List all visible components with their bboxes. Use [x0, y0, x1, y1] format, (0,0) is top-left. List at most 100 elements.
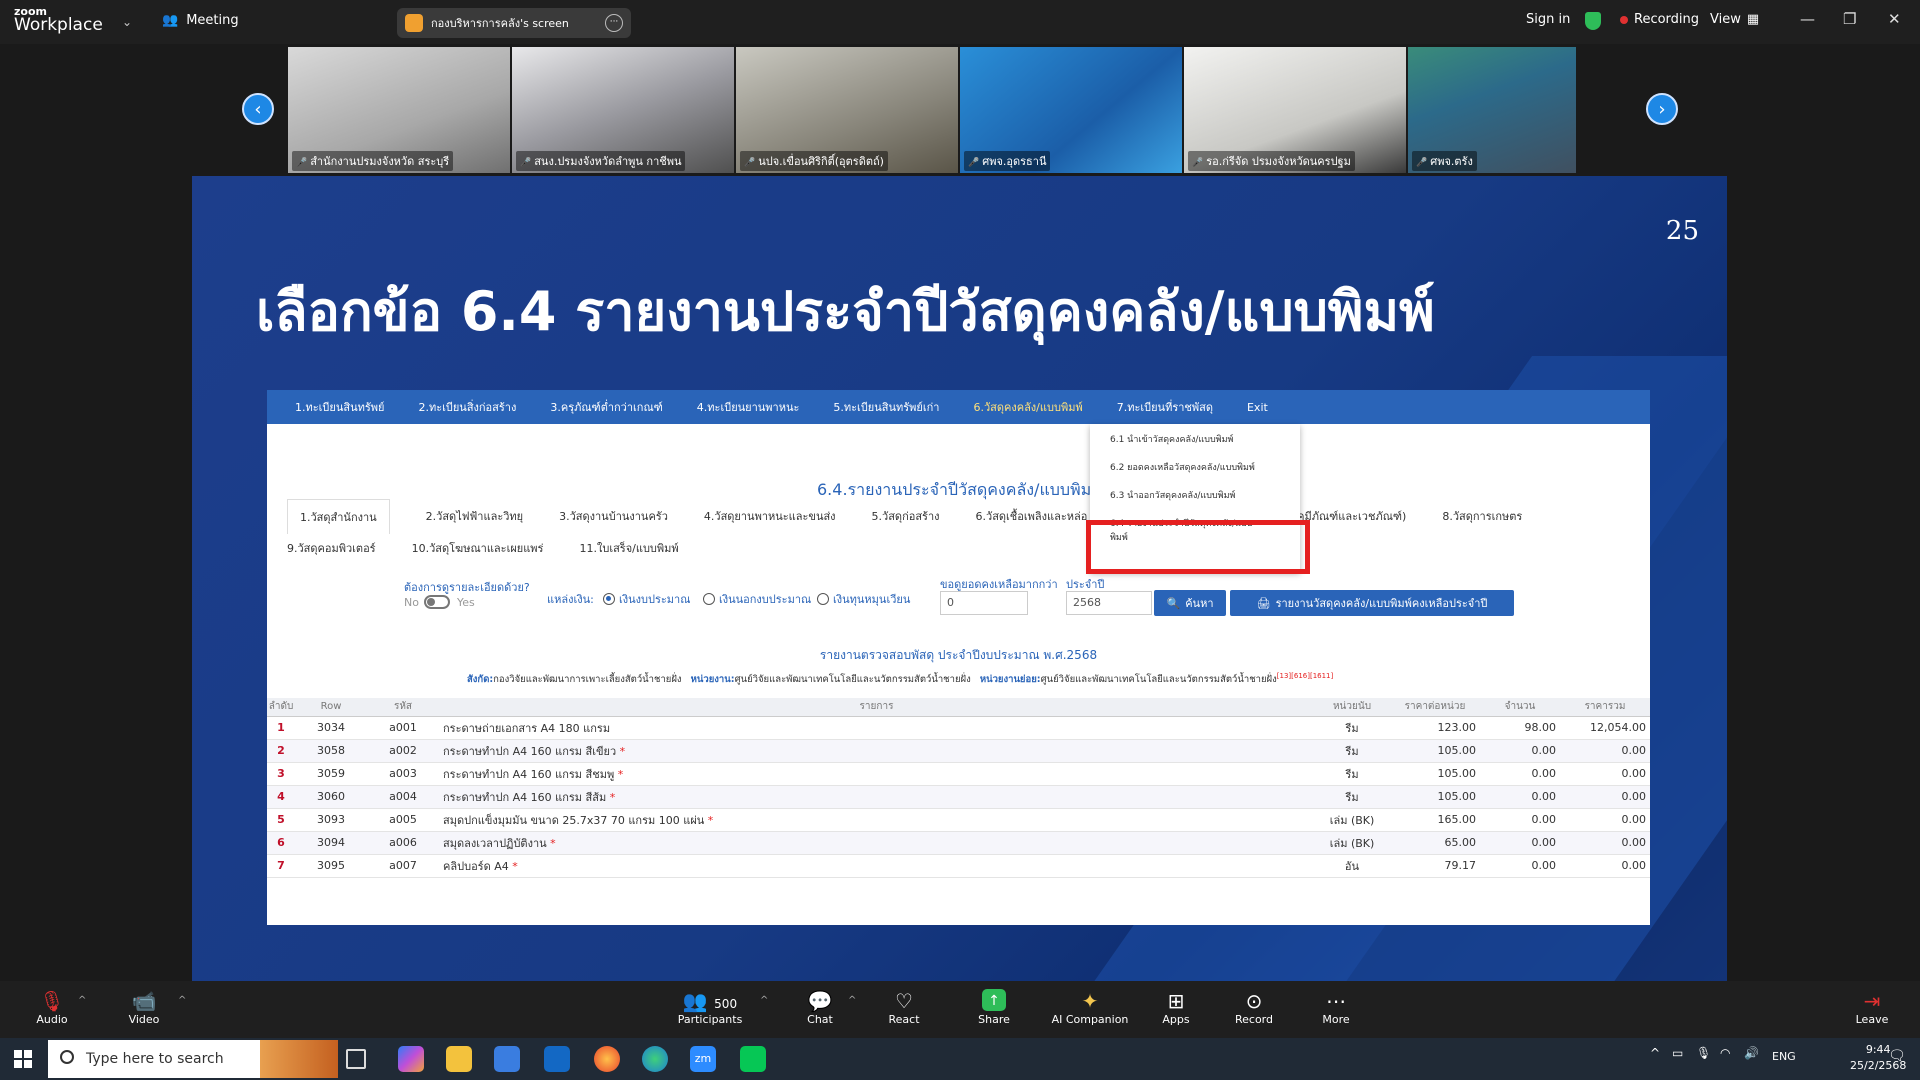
participant-video[interactable]: นปจ.เขื่อนศิริกิติ์(อุตรดิตถ์)	[736, 47, 958, 173]
menu-item[interactable]: 7.ทะเบียนที่ราชพัสดุ	[1117, 398, 1213, 416]
menu-item-active[interactable]: 6.วัสดุคงคลัง/แบบพิมพ์	[973, 398, 1082, 416]
prev-participants-button[interactable]: ‹	[242, 93, 274, 125]
view-button[interactable]: View ▦	[1710, 12, 1759, 27]
table-row[interactable]: 7 3095 a007 คลิปบอร์ด A4 * อัน 79.17 0.00 0.00	[267, 854, 1650, 878]
source-radio[interactable]: เงินนอกงบประมาณ	[703, 590, 811, 608]
column-header[interactable]: ราคาต่อหน่วย	[1390, 698, 1480, 717]
more-options-icon[interactable]: ···	[605, 14, 623, 32]
close-icon[interactable]: ✕	[1888, 10, 1901, 28]
participant-video[interactable]: รอ.ก่รีจัด ปรมงจังหวัดนครปฐม	[1184, 47, 1406, 173]
chat-caret-icon[interactable]: ^	[848, 995, 856, 1006]
table-row[interactable]: 6 3094 a006 สมุดลงเวลาปฏิบัติงาน * เล่ม (BK)…	[267, 831, 1650, 855]
tab[interactable]: เคมีภัณฑ์และเวชภัณฑ์)	[1293, 507, 1406, 525]
participant-video[interactable]: ศพจ.อุดรธานี	[960, 47, 1182, 173]
tab[interactable]: 8.วัสดุการเกษตร	[1442, 507, 1522, 525]
participant-video[interactable]: สนง.ปรมงจังหวัดลำพูน กาชีพน	[512, 47, 734, 173]
menu-item[interactable]: 3.ครุภัณฑ์ต่ำกว่าเกณฑ์	[550, 398, 662, 416]
table-row[interactable]: 3 3059 a003 กระดาษทำปก A4 160 แกรม สีชมพู *…	[267, 762, 1650, 786]
participant-video[interactable]: สำนักงานปรมงจังหวัด สระบุรี	[288, 47, 510, 173]
outlook-icon[interactable]	[544, 1046, 570, 1072]
table-row[interactable]: 4 3060 a004 กระดาษทำปก A4 160 แกรม สีส้ม * ร…	[267, 785, 1650, 809]
cell-text: a001	[389, 721, 417, 734]
windows-start-icon[interactable]	[14, 1050, 32, 1068]
record-button[interactable]: ⊙ Record	[1214, 989, 1294, 1026]
menu-item[interactable]: 1.ทะเบียนสินทรัพย์	[295, 398, 384, 416]
microphone-icon[interactable]: 🎙	[1696, 1046, 1711, 1060]
min-balance-input[interactable]: 0	[940, 591, 1028, 615]
screen-share-chip[interactable]: กองบริหารการคลัง's screen ···	[397, 8, 631, 38]
column-header[interactable]: ลำดับ	[267, 698, 295, 717]
react-button[interactable]: ♡ React	[864, 989, 944, 1026]
participant-video[interactable]: ศพจ.ตรัง	[1408, 47, 1576, 173]
table-cell: a007	[367, 854, 439, 878]
volume-icon[interactable]: 🔊	[1744, 1046, 1759, 1060]
leave-button[interactable]: ⇥ Leave	[1832, 989, 1912, 1026]
column-header[interactable]: รายการ	[439, 698, 1314, 717]
notification-icon[interactable]: 🗨	[1888, 1048, 1906, 1064]
line-icon[interactable]	[740, 1046, 766, 1072]
chevron-down-icon[interactable]: ⌄	[122, 15, 132, 29]
menu-exit[interactable]: Exit	[1247, 401, 1268, 414]
language-indicator[interactable]: ENG	[1772, 1050, 1796, 1063]
tab[interactable]: 2.วัสดุไฟฟ้าและวิทยุ	[426, 507, 523, 525]
zoom-taskbar-icon[interactable]: zm	[690, 1046, 716, 1072]
menu-item[interactable]: 5.ทะเบียนสินทรัพย์เก่า	[833, 398, 939, 416]
next-participants-button[interactable]: ›	[1646, 93, 1678, 125]
search-button[interactable]: 🔍 ค้นหา	[1154, 590, 1226, 616]
table-row[interactable]: 2 3058 a002 กระดาษทำปก A4 160 แกรม สีเขียว …	[267, 739, 1650, 763]
column-header[interactable]: จำนวน	[1480, 698, 1560, 717]
video-button[interactable]: 📹 Video	[104, 989, 184, 1026]
store-icon[interactable]	[494, 1046, 520, 1072]
column-header[interactable]: ราคารวม	[1560, 698, 1650, 717]
column-header[interactable]: รหัส	[367, 698, 439, 717]
menu-item[interactable]: 2.ทะเบียนสิ่งก่อสร้าง	[418, 398, 516, 416]
audio-options-caret-icon[interactable]: ^	[78, 995, 86, 1006]
firefox-icon[interactable]	[594, 1046, 620, 1072]
copilot-icon[interactable]	[398, 1046, 424, 1072]
column-header[interactable]: Row	[295, 698, 367, 717]
dropdown-item[interactable]: 6.1 นำเข้าวัสดุคงคลัง/แบบพิมพ์	[1090, 424, 1300, 452]
apps-button[interactable]: ⊞ Apps	[1136, 989, 1216, 1026]
dropdown-item[interactable]: 6.2 ยอดคงเหลือวัสดุคงคลัง/แบบพิมพ์	[1090, 452, 1300, 480]
menu-item[interactable]: 4.ทะเบียนยานพาหนะ	[697, 398, 800, 416]
share-button[interactable]: ↑ Share	[954, 989, 1034, 1026]
minimize-icon[interactable]: —	[1800, 10, 1815, 28]
tab[interactable]: 6.วัสดุเชื้อเพลิงและหล่อ	[976, 507, 1088, 525]
participants-caret-icon[interactable]: ^	[760, 995, 768, 1006]
zoom-logo[interactable]: zoom Workplace	[14, 6, 103, 34]
task-view-icon[interactable]	[346, 1049, 366, 1069]
video-options-caret-icon[interactable]: ^	[178, 995, 186, 1006]
source-radio[interactable]: เงินทุนหมุนเวียน	[817, 590, 910, 608]
wifi-icon[interactable]: ◠	[1720, 1046, 1730, 1060]
detail-toggle[interactable]	[424, 595, 450, 609]
year-input[interactable]: 2568	[1066, 591, 1152, 615]
tab[interactable]: 3.วัสดุงานบ้านงานครัว	[559, 507, 668, 525]
print-report-button[interactable]: 🖨 รายงานวัสดุคงคลัง/แบบพิมพ์คงเหลือประจำป…	[1230, 590, 1514, 616]
cell-text: 79.17	[1444, 859, 1477, 872]
tray-chevron-icon[interactable]: ^	[1650, 1046, 1660, 1060]
source-radio[interactable]: เงินงบประมาณ	[603, 590, 690, 608]
recording-indicator[interactable]: Recording	[1620, 12, 1699, 27]
table-row[interactable]: 1 3034 a001 กระดาษถ่ายเอกสาร A4 180 แกรม รีม…	[267, 716, 1650, 740]
tab[interactable]: 5.วัสดุก่อสร้าง	[872, 507, 940, 525]
restore-icon[interactable]: ❐	[1843, 10, 1856, 28]
shield-icon[interactable]	[1585, 12, 1601, 30]
tab-active[interactable]: 1.วัสดุสำนักงาน	[287, 498, 390, 534]
dropdown-item[interactable]: 6.3 นำออกวัสดุคงคลัง/แบบพิมพ์	[1090, 480, 1300, 508]
table-row[interactable]: 5 3093 a005 สมุดปกแข็งมุมมัน ขนาด 25.7x37 7…	[267, 808, 1650, 832]
tab[interactable]: 11.ใบเสร็จ/แบบพิมพ์	[579, 539, 678, 557]
edge-icon[interactable]	[642, 1046, 668, 1072]
participants-button[interactable]: 👥 500 Participants	[670, 989, 750, 1026]
tab[interactable]: 4.วัสดุยานพาหนะและขนส่ง	[704, 507, 836, 525]
more-button[interactable]: ⋯ More	[1296, 989, 1376, 1026]
file-explorer-icon[interactable]	[446, 1046, 472, 1072]
tab[interactable]: 10.วัสดุโฆษณาและเผยแพร่	[412, 539, 544, 557]
meeting-menu[interactable]: 👥 Meeting	[162, 13, 239, 28]
cell-text: 0.00	[1531, 744, 1557, 757]
tray-device-icon[interactable]: ▭	[1672, 1046, 1683, 1060]
tab[interactable]: 9.วัสดุคอมพิวเตอร์	[287, 539, 376, 557]
ai-companion-button[interactable]: ✦ AI Companion	[1040, 989, 1140, 1026]
sign-in-button[interactable]: Sign in	[1526, 12, 1570, 27]
column-header[interactable]: หน่วยนับ	[1314, 698, 1390, 717]
taskbar-search-box[interactable]: Type here to search	[48, 1040, 338, 1078]
